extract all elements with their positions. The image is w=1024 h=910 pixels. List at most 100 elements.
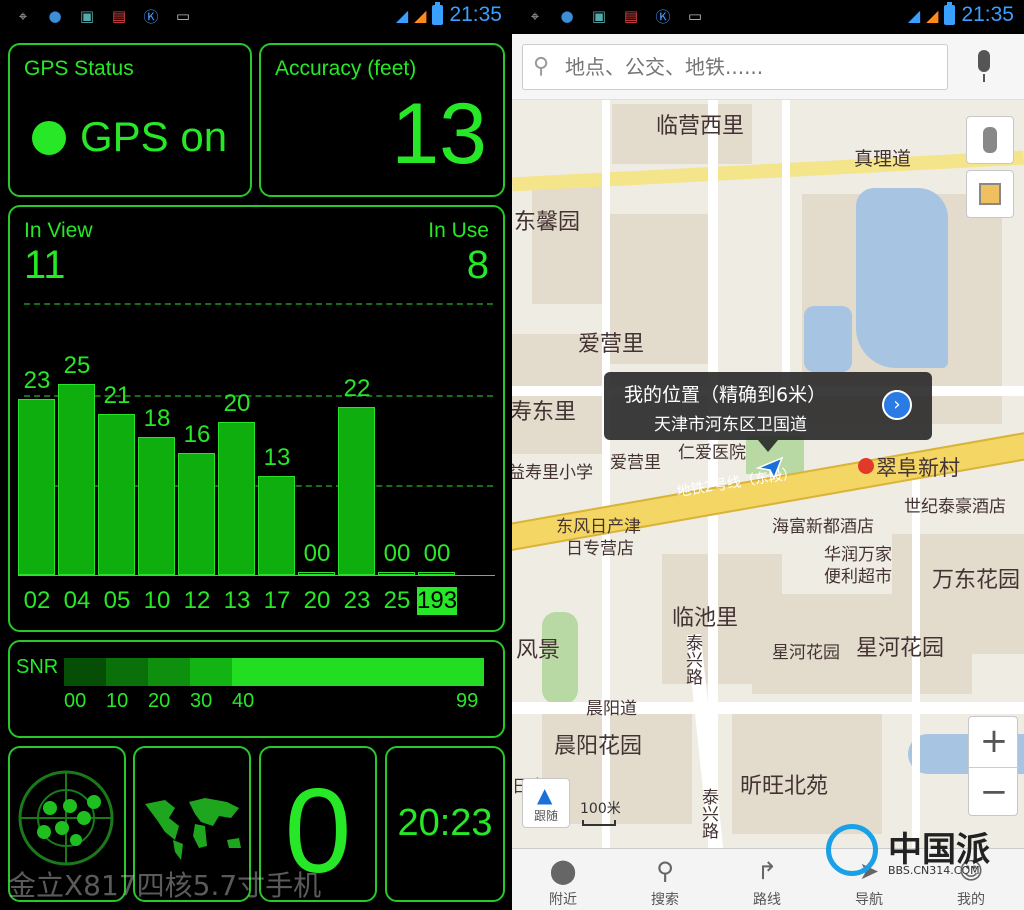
signal-2-icon: ◢: [414, 5, 427, 25]
satellite-prn-label: 17: [263, 587, 291, 614]
gps-crosshair-icon: ⌖: [18, 7, 28, 25]
snr-bar: [98, 414, 135, 575]
app-icon-red: ▤: [111, 7, 127, 25]
snr-value-label: 22: [343, 375, 371, 402]
snr-bar: [18, 399, 55, 575]
gps-test-screen: ⌖ ● ▣ ▤ Ⓚ ▭ ◢ ◢ 21:35 GPS Status GPS on …: [0, 0, 512, 910]
map-label: 益寿里小学: [512, 463, 593, 483]
map-label: 星河花园: [856, 636, 945, 661]
tab-label: 导航: [855, 892, 883, 908]
snr-value-label: 00: [423, 540, 451, 567]
satellite-prn-label: 12: [183, 587, 211, 614]
map-label: 寿东里: [512, 400, 577, 425]
pond: [804, 306, 852, 372]
status-time: 21:35: [961, 3, 1014, 26]
tab-label: 搜索: [651, 892, 679, 908]
map-label: 日专营店: [566, 539, 634, 559]
tab-nearby[interactable]: ⬤ 附近: [512, 849, 614, 910]
clock-value: 20:23: [397, 802, 493, 844]
map-canvas[interactable]: 临营西里 真理道 东馨园 爱营里 寿东里 仁爱医院 爱营里 益寿里小学 翠阜新村…: [512, 34, 1024, 850]
qq-icon: ●: [48, 7, 62, 25]
location-popup[interactable]: 我的位置（精确到6米） 天津市河东区卫国道 ›: [604, 372, 932, 440]
tab-label: 我的: [957, 892, 985, 908]
watermark-text: 金立X817四核5.7寸手机: [8, 869, 322, 902]
clock-tile[interactable]: 20:23: [385, 746, 505, 902]
scale-bar: [582, 820, 616, 826]
map-label: 星河花园: [772, 643, 840, 663]
satellite-prn-label: 25: [383, 587, 411, 614]
tab-label: 附近: [549, 892, 577, 908]
follow-button[interactable]: ▲ 跟随: [522, 778, 570, 828]
zoom-out-button[interactable]: −: [969, 767, 1019, 817]
app-icon: ▣: [79, 7, 95, 25]
satellite-prn-label: 13: [223, 587, 251, 614]
map-label: 风景: [516, 638, 561, 663]
snr-value-label: 23: [23, 367, 51, 394]
map-label: 世纪泰豪酒店: [904, 497, 1006, 517]
qq-icon: ●: [560, 7, 574, 25]
traffic-button[interactable]: [966, 116, 1014, 164]
brand-url: BBS.CN314.COM: [888, 864, 980, 877]
snr-value-label: 13: [263, 444, 291, 471]
snr-bar-chart: 23 02 25 04 21 05 18 10 16 12 20 13 13 17 00 20 22 23 00 25…: [10, 207, 507, 634]
popup-pointer: [758, 440, 778, 452]
navigation-arrow-icon: ▲: [537, 783, 553, 807]
accuracy-title: Accuracy (feet): [275, 57, 417, 80]
search-header: ⚲: [512, 34, 1024, 100]
map-label: 东馨园: [514, 210, 581, 235]
snr-value-label: 16: [183, 421, 211, 448]
snr-value-label: 21: [103, 382, 131, 409]
map-label: 爱营里: [610, 453, 661, 473]
app-icon: ▣: [591, 7, 607, 25]
search-icon: ⚲: [533, 54, 550, 79]
chart-baseline: [18, 575, 495, 576]
microphone-icon[interactable]: [974, 50, 994, 82]
snr-value-label: 00: [303, 540, 331, 567]
map-label: 临池里: [672, 606, 739, 631]
snr-bar: [218, 422, 255, 575]
zoom-in-button[interactable]: +: [969, 717, 1019, 767]
satellite-prn-label: 04: [63, 587, 91, 614]
map-label: 便利超市: [824, 567, 892, 587]
map-label: 万东花园: [932, 568, 1021, 593]
snr-bar: [58, 384, 95, 575]
battery-icon: [944, 2, 956, 25]
snr-value-label: 20: [223, 390, 251, 417]
status-bar: ⌖ ● ▣ ▤ Ⓚ ▭ ◢ ◢ 21:35: [512, 0, 1024, 34]
location-pin-icon: ⬤: [549, 857, 577, 885]
map-label: 临营西里: [656, 114, 745, 139]
map-label: 真理道: [854, 148, 912, 170]
tab-route[interactable]: ↱ 路线: [716, 849, 818, 910]
message-icon: ▭: [175, 7, 191, 25]
gps-status-dot-icon: [32, 121, 66, 155]
snr-legend-panel: SNR 00 10 20 30 40 99: [8, 640, 505, 738]
traffic-light-icon: [983, 127, 997, 153]
zoom-controls: + −: [968, 716, 1019, 817]
search-input[interactable]: [565, 51, 935, 83]
satellite-prn-label: 20: [303, 587, 331, 614]
snr-gradient: [64, 658, 484, 686]
battery-icon: [432, 2, 444, 25]
snr-scale-99: 99: [456, 690, 479, 712]
snr-label: SNR: [16, 656, 59, 678]
snr-scale-20: 20: [148, 690, 171, 712]
search-box[interactable]: ⚲: [522, 44, 948, 90]
map-screen: ⌖ ● ▣ ▤ Ⓚ ▭ ◢ ◢ 21:35 临营西里 真理道 东馨园 爱营里 寿…: [512, 0, 1024, 910]
popup-subtitle: 天津市河东区卫国道: [654, 415, 807, 435]
follow-label: 跟随: [533, 809, 558, 823]
layers-button[interactable]: [966, 170, 1014, 218]
k-icon: Ⓚ: [655, 7, 671, 26]
snr-bar: [138, 437, 175, 575]
tab-search[interactable]: ⚲ 搜索: [614, 849, 716, 910]
snr-value-label: 00: [383, 540, 411, 567]
gps-crosshair-icon: ⌖: [530, 7, 540, 25]
popup-arrow-button[interactable]: ›: [882, 390, 912, 420]
snr-bar: [258, 476, 295, 575]
satellite-prn-label: 10: [143, 587, 171, 614]
snr-value-label: 25: [63, 352, 91, 379]
tab-label: 路线: [753, 892, 781, 908]
satellite-prn-label: 05: [103, 587, 131, 614]
snr-scale-00: 00: [64, 690, 87, 712]
snr-scale-10: 10: [106, 690, 129, 712]
metro-station-icon: [858, 458, 874, 474]
